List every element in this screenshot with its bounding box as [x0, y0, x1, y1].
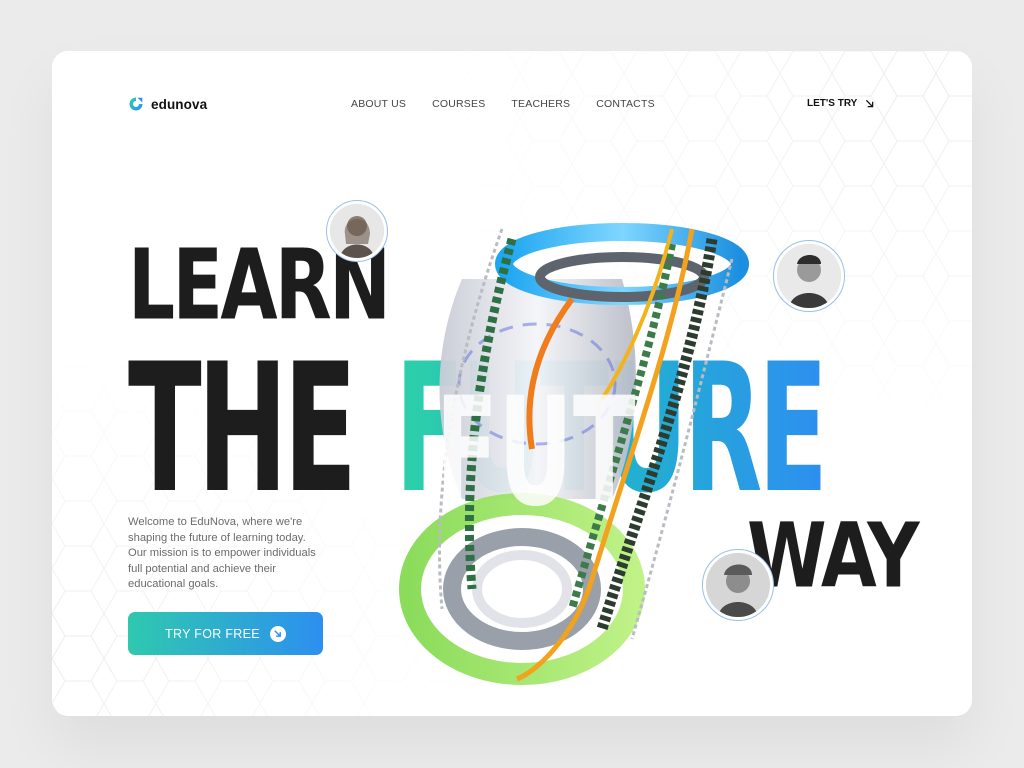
nav-item-about-us[interactable]: ABOUT US [351, 98, 406, 110]
hero-3d-sculpture: FUT [399, 223, 749, 685]
main-nav: ABOUT US COURSES TEACHERS CONTACTS [351, 98, 655, 110]
try-for-free-button[interactable]: TRY FOR FREE [128, 612, 323, 655]
headline-the: THE [128, 325, 357, 532]
lets-try-link[interactable]: LET'S TRY [807, 98, 874, 109]
nav-item-contacts[interactable]: CONTACTS [596, 98, 655, 110]
student-avatar-woman [326, 200, 388, 262]
student-avatar-man [702, 549, 774, 621]
intro-paragraph: Welcome to EduNova, where we're shaping … [128, 516, 316, 590]
nav-item-teachers[interactable]: TEACHERS [511, 98, 570, 110]
svg-text:FUT: FUT [435, 365, 635, 540]
lets-try-label: LET'S TRY [807, 98, 858, 109]
nav-item-courses[interactable]: COURSES [432, 98, 485, 110]
try-for-free-label: TRY FOR FREE [165, 626, 260, 641]
edunova-logo-icon [129, 97, 143, 111]
brand-logo[interactable]: edunova [128, 96, 207, 112]
landing-card: edunova ABOUT US COURSES TEACHERS CONTAC… [52, 51, 972, 716]
student-avatar-boy [773, 240, 845, 312]
arrow-down-right-icon [866, 99, 874, 108]
brand-name: edunova [151, 96, 208, 112]
arrow-down-right-icon [269, 625, 286, 642]
